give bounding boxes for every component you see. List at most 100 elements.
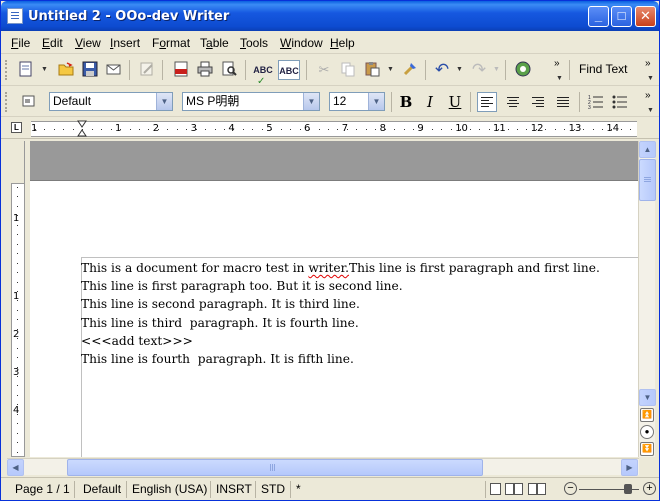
paste-icon[interactable] [362, 60, 382, 80]
paste-dropdown-icon[interactable]: ▼ [387, 60, 395, 80]
page-preview-icon[interactable] [219, 60, 239, 80]
email-document-icon[interactable] [104, 60, 124, 80]
horizontal-scroll-thumb[interactable] [67, 459, 483, 476]
book-view-icon[interactable] [528, 483, 537, 495]
ruler-dot [205, 129, 207, 130]
vertical-ruler[interactable]: 11234 [9, 141, 25, 457]
vertical-scroll-thumb[interactable] [639, 159, 656, 201]
menu-edit[interactable]: Edit [42, 36, 63, 50]
navigator-icon[interactable] [513, 60, 533, 80]
export-pdf-icon[interactable] [171, 60, 191, 80]
multi-page-view-icon[interactable] [505, 483, 514, 495]
numbering-icon[interactable]: 123 [586, 92, 606, 112]
paragraph-line[interactable]: This line is first paragraph too. But it… [81, 277, 600, 295]
new-document-icon[interactable] [16, 60, 36, 80]
bullets-icon[interactable] [610, 92, 630, 112]
menu-file[interactable]: File [11, 36, 30, 50]
status-page[interactable]: Page 1 / 1 [11, 481, 75, 498]
paragraph-line[interactable]: This line is third paragraph. It is four… [81, 314, 600, 332]
status-modified[interactable]: * [292, 481, 486, 498]
navigation-options-icon[interactable]: ● [640, 425, 654, 439]
undo-icon[interactable]: ↶ [432, 60, 452, 80]
bold-button[interactable]: B [396, 92, 416, 112]
ruler-dot [271, 129, 273, 130]
scroll-left-icon[interactable]: ◀ [7, 459, 24, 476]
chevron-down-icon[interactable]: ▼ [156, 93, 172, 110]
styles-and-formatting-icon[interactable] [19, 92, 39, 112]
status-insert-mode[interactable]: INSRT [212, 481, 256, 498]
single-page-view-icon[interactable] [490, 483, 501, 495]
find-text-label[interactable]: Find Text [579, 62, 627, 76]
format-toolbar-overflow-icon[interactable]: » [645, 90, 651, 101]
chevron-down-icon[interactable]: ▼ [368, 93, 384, 110]
horizontal-ruler[interactable]: 11234567891011121314 [31, 120, 637, 137]
ruler-dot [91, 129, 93, 130]
toolbar-grip[interactable] [5, 60, 8, 80]
maximize-button[interactable]: □ [611, 6, 632, 27]
paragraph-line[interactable]: This is a document for macro test in wri… [81, 259, 600, 277]
paragraph-line[interactable]: This line is fourth paragraph. It is fif… [81, 350, 600, 368]
autospellcheck-icon[interactable]: ABC [278, 60, 300, 80]
menu-table[interactable]: Table [200, 36, 229, 50]
status-language[interactable]: English (USA) [128, 481, 211, 498]
minimize-button[interactable]: _ [588, 6, 609, 27]
toolbar-overflow-icon[interactable]: » [554, 58, 560, 69]
find-toolbar-overflow-icon[interactable]: » [645, 58, 651, 69]
redo-dropdown-icon[interactable]: ▼ [493, 60, 501, 80]
redo-icon[interactable]: ↷ [469, 60, 489, 80]
italic-button[interactable]: I [420, 92, 440, 112]
misspelled-word[interactable]: writer. [308, 261, 349, 275]
document-canvas[interactable]: This is a document for macro test in wri… [30, 141, 638, 457]
vertical-scrollbar[interactable]: ▲ ▼ ⏫ ● ⏬ [638, 141, 656, 457]
justify-button[interactable] [553, 92, 573, 112]
paragraph-line[interactable]: This line is second paragraph. It is thi… [81, 295, 600, 313]
zoom-in-icon[interactable]: + [643, 482, 656, 495]
cut-icon[interactable]: ✂ [314, 60, 334, 80]
font-size-combo[interactable]: 12 ▼ [329, 92, 385, 111]
ruler-dot [120, 129, 122, 130]
spellcheck-icon[interactable]: ABC ✓ [253, 60, 273, 87]
paragraph-line[interactable]: <<<add text>>> [81, 332, 600, 350]
align-right-button[interactable] [528, 92, 548, 112]
title-bar[interactable]: Untitled 2 - OOo-dev Writer _ □ ✕ [1, 1, 659, 31]
zoom-slider-knob[interactable] [624, 484, 632, 494]
scroll-up-icon[interactable]: ▲ [639, 141, 656, 158]
scroll-down-icon[interactable]: ▼ [639, 389, 656, 406]
status-page-style[interactable]: Default [79, 481, 127, 498]
clone-formatting-icon[interactable] [400, 60, 420, 80]
menu-insert[interactable]: Insert [110, 36, 140, 50]
edit-file-icon[interactable] [137, 60, 157, 80]
save-icon[interactable] [80, 60, 100, 80]
next-page-icon[interactable]: ⏬ [640, 442, 654, 456]
document-text[interactable]: This is a document for macro test in wri… [81, 259, 600, 368]
menu-window[interactable]: Window [280, 36, 323, 50]
underline-button[interactable]: U [445, 92, 465, 112]
tab-type-icon[interactable]: L [11, 122, 22, 133]
horizontal-ruler-row: L 11234567891011121314 [1, 118, 659, 139]
menu-format[interactable]: Format [152, 36, 190, 50]
menu-tools[interactable]: Tools [240, 36, 268, 50]
horizontal-scrollbar[interactable]: ◀ ▶ [7, 458, 639, 476]
previous-page-icon[interactable]: ⏫ [640, 408, 654, 422]
print-icon[interactable] [195, 60, 215, 80]
menu-view[interactable]: View [75, 36, 101, 50]
line-text: This line is third paragraph. It is four… [81, 315, 359, 330]
align-center-button[interactable] [503, 92, 523, 112]
copy-icon[interactable] [338, 60, 358, 80]
zoom-out-icon[interactable]: − [564, 482, 577, 495]
align-left-button[interactable] [477, 92, 497, 112]
menu-help[interactable]: Help [330, 36, 355, 50]
vertical-ruler-dot [17, 224, 18, 226]
font-name-combo[interactable]: MS P明朝 ▼ [182, 92, 320, 111]
open-folder-icon[interactable] [56, 60, 76, 80]
toolbar-options-icon[interactable]: ▼ [556, 69, 564, 89]
close-button[interactable]: ✕ [635, 6, 656, 27]
undo-dropdown-icon[interactable]: ▼ [456, 60, 464, 80]
find-toolbar-options-icon[interactable]: ▼ [647, 69, 655, 89]
new-dropdown-icon[interactable]: ▼ [41, 60, 49, 80]
status-selection-mode[interactable]: STD [257, 481, 291, 498]
toolbar-grip[interactable] [5, 92, 8, 112]
chevron-down-icon[interactable]: ▼ [303, 93, 319, 110]
paragraph-style-combo[interactable]: Default ▼ [49, 92, 173, 111]
scroll-right-icon[interactable]: ▶ [621, 459, 638, 476]
